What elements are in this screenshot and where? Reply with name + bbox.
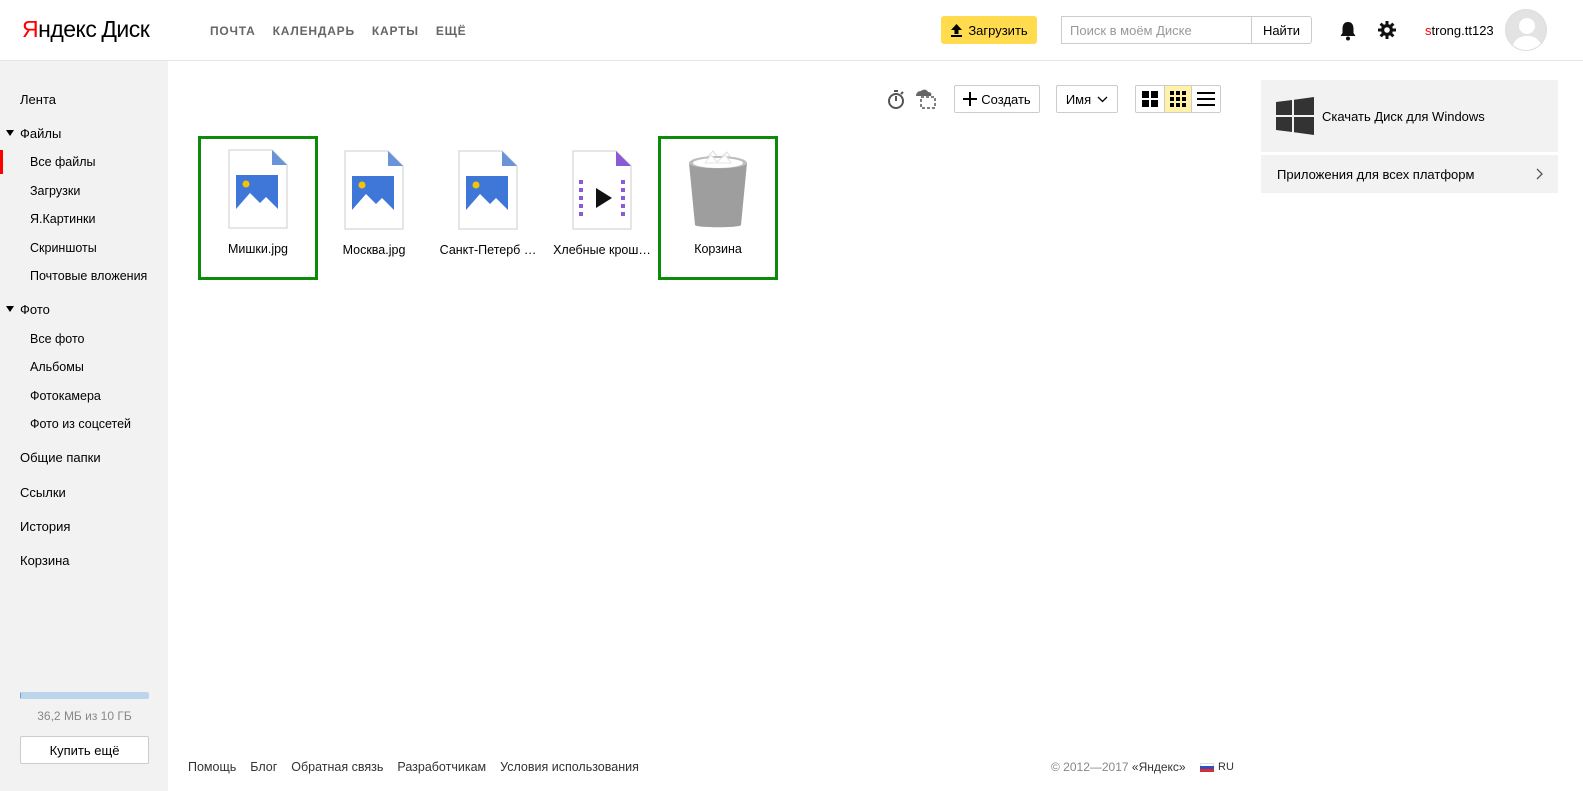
video-file-icon	[572, 150, 632, 230]
nav-more[interactable]: ЕЩЁ	[436, 24, 467, 38]
file-name: Корзина	[694, 242, 742, 256]
sidebar-item-ya-pictures[interactable]: Я.Картинки	[30, 212, 95, 226]
sidebar-item-all-photos[interactable]: Все фото	[30, 332, 85, 346]
gear-icon[interactable]	[1377, 20, 1397, 40]
copyright-years: © 2012—2017	[1051, 760, 1132, 774]
view-small-tiles-button[interactable]	[1163, 86, 1193, 112]
top-nav: ПОЧТА КАЛЕНДАРЬ КАРТЫ ЕЩЁ	[210, 24, 467, 38]
buy-more-button[interactable]: Купить ещё	[20, 736, 149, 764]
plus-icon	[963, 92, 978, 106]
stopwatch-icon[interactable]	[885, 88, 907, 110]
expand-triangle-icon[interactable]	[6, 306, 14, 312]
create-label: Создать	[981, 91, 1031, 107]
file-item[interactable]: Мишки.jpg	[198, 136, 318, 280]
quota-text: 36,2 МБ из 10 ГБ	[37, 709, 132, 723]
create-button[interactable]: Создать	[954, 85, 1040, 113]
sidebar-item-camera[interactable]: Фотокамера	[30, 389, 101, 403]
file-name: Санкт-Петерб …	[439, 243, 537, 257]
image-file-icon	[458, 150, 518, 230]
sidebar-item-mail-attachments[interactable]: Почтовые вложения	[30, 269, 147, 283]
user-silhouette-icon	[1512, 18, 1542, 50]
nav-maps[interactable]: КАРТЫ	[372, 24, 419, 38]
apps-label: Приложения для всех платформ	[1277, 167, 1475, 182]
language-label: RU	[1218, 761, 1234, 773]
list-icon	[1197, 92, 1215, 106]
search-input[interactable]	[1061, 16, 1251, 44]
download-windows-label: Скачать Диск для Windows	[1322, 109, 1485, 124]
bell-icon[interactable]	[1339, 21, 1357, 41]
windows-logo-icon	[1276, 97, 1314, 135]
image-file-icon	[228, 149, 288, 229]
footer-blog-link[interactable]: Блог	[250, 760, 277, 774]
header: Яндекс Диск ПОЧТА КАЛЕНДАРЬ КАРТЫ ЕЩЁ Заг…	[0, 0, 1583, 61]
upload-label: Загрузить	[968, 22, 1028, 38]
sidebar-section-files[interactable]: Файлы	[20, 126, 61, 141]
small-grid-icon	[1170, 91, 1186, 107]
sidebar-section-photo[interactable]: Фото	[20, 302, 50, 317]
image-file-icon	[344, 150, 404, 230]
upload-button[interactable]: Загрузить	[941, 16, 1037, 44]
view-mode-switch	[1135, 85, 1221, 113]
copyright: © 2012—2017 «Яндекс»	[1051, 760, 1186, 774]
all-platforms-apps-link[interactable]: Приложения для всех платформ	[1261, 155, 1558, 193]
sidebar-item-shared-folders[interactable]: Общие папки	[20, 450, 101, 465]
sidebar-item-history[interactable]: История	[20, 519, 70, 534]
nav-mail[interactable]: ПОЧТА	[210, 24, 256, 38]
file-thumbnail	[428, 150, 548, 232]
view-large-tiles-button[interactable]	[1136, 86, 1164, 112]
file-item[interactable]: Санкт-Петерб …	[428, 136, 548, 280]
logo-text: ндекс	[38, 16, 97, 42]
file-item[interactable]: Хлебные крош…	[542, 136, 662, 280]
sidebar-item-links[interactable]: Ссылки	[20, 485, 66, 500]
file-item[interactable]: Москва.jpg	[314, 136, 434, 280]
view-list-button[interactable]	[1192, 86, 1220, 112]
avatar[interactable]	[1505, 9, 1547, 51]
copyright-company-link[interactable]: «Яндекс»	[1132, 760, 1186, 774]
file-thumbnail	[661, 149, 775, 231]
sidebar: Лента Файлы Все файлы Загрузки Я.Картинк…	[0, 61, 168, 791]
screenshot-icon[interactable]	[913, 88, 937, 110]
username-rest: trong.tt123	[1431, 23, 1494, 38]
footer-help-link[interactable]: Помощь	[188, 760, 236, 774]
sidebar-item-feed[interactable]: Лента	[20, 92, 56, 107]
quota-bar	[20, 692, 149, 699]
active-indicator	[0, 150, 3, 174]
footer-links: Помощь Блог Обратная связь Разработчикам…	[188, 760, 639, 774]
russia-flag-icon	[1200, 762, 1214, 772]
file-name: Мишки.jpg	[227, 242, 289, 256]
file-thumbnail	[201, 149, 315, 231]
file-name: Москва.jpg	[342, 243, 406, 257]
file-thumbnail	[314, 150, 434, 232]
sidebar-item-screenshots[interactable]: Скриншоты	[30, 241, 97, 255]
sort-label: Имя	[1065, 91, 1092, 107]
nav-calendar[interactable]: КАЛЕНДАРЬ	[273, 24, 355, 38]
sidebar-item-all-files[interactable]: Все файлы	[30, 155, 96, 169]
expand-triangle-icon[interactable]	[6, 130, 14, 136]
sidebar-item-albums[interactable]: Альбомы	[30, 360, 84, 374]
trash-bin-icon	[689, 150, 747, 228]
large-grid-icon	[1141, 91, 1158, 107]
sidebar-item-downloads[interactable]: Загрузки	[30, 184, 80, 198]
file-name: Хлебные крош…	[553, 243, 651, 257]
footer-feedback-link[interactable]: Обратная связь	[291, 760, 383, 774]
download-windows-promo[interactable]: Скачать Диск для Windows	[1261, 80, 1558, 152]
upload-icon	[951, 23, 963, 37]
yandex-disk-logo[interactable]: Яндекс Диск	[22, 16, 150, 43]
trash-folder-item[interactable]: Корзина	[658, 136, 778, 280]
footer-developers-link[interactable]: Разработчикам	[397, 760, 486, 774]
sort-dropdown[interactable]: Имя	[1056, 85, 1118, 113]
file-thumbnail	[542, 150, 662, 232]
logo-product: Диск	[101, 16, 150, 42]
username[interactable]: strong.tt123	[1425, 23, 1494, 38]
footer-terms-link[interactable]: Условия использования	[500, 760, 639, 774]
chevron-right-icon	[1536, 168, 1543, 180]
chevron-down-icon	[1097, 96, 1108, 102]
search-button[interactable]: Найти	[1251, 16, 1312, 44]
sidebar-item-social-photos[interactable]: Фото из соцсетей	[30, 417, 131, 431]
sidebar-item-trash[interactable]: Корзина	[20, 553, 70, 568]
logo-letter: Я	[22, 16, 39, 42]
language-switch[interactable]: RU	[1200, 761, 1234, 773]
